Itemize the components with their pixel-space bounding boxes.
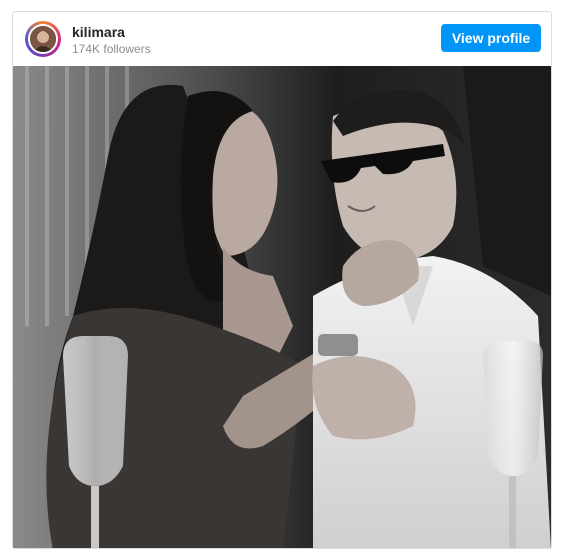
post-header: kilimara 174K followers View profile — [13, 12, 551, 66]
instagram-embed-card: kilimara 174K followers View profile — [12, 11, 552, 549]
profile-avatar[interactable] — [25, 21, 61, 57]
post-photo[interactable] — [13, 66, 551, 548]
follower-count: 174K followers — [72, 42, 151, 56]
username[interactable]: kilimara — [72, 24, 125, 40]
view-profile-button[interactable]: View profile — [441, 24, 541, 52]
avatar-image — [28, 24, 58, 54]
photo-image — [13, 66, 551, 548]
